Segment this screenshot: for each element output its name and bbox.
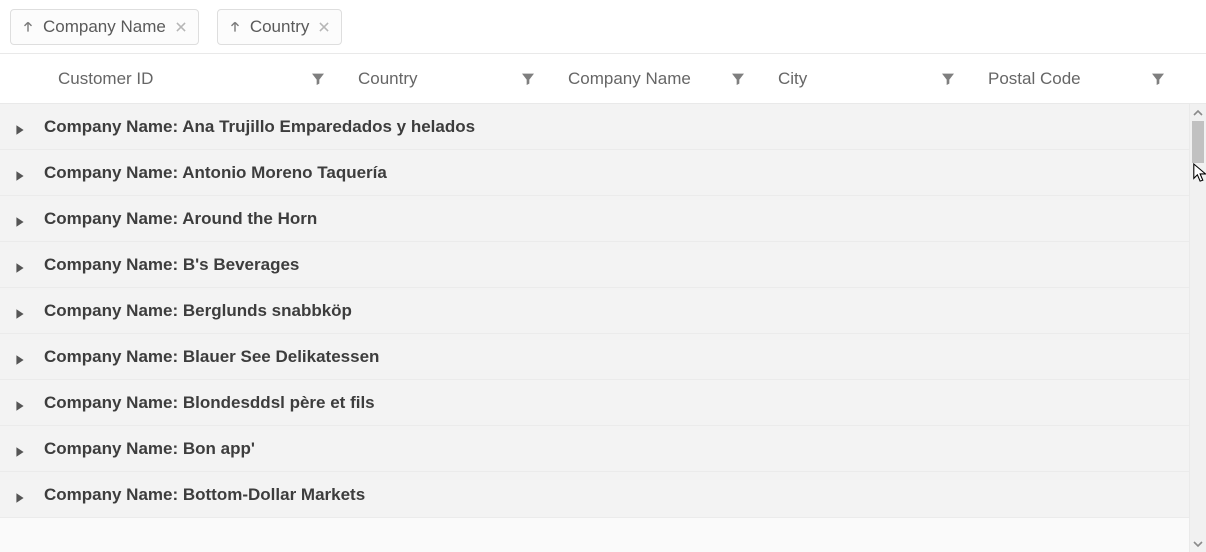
- expand-icon[interactable]: [14, 351, 26, 363]
- filter-icon[interactable]: [730, 71, 746, 87]
- group-row[interactable]: Company Name: Ana Trujillo Emparedados y…: [0, 104, 1189, 150]
- column-header-company-name[interactable]: Company Name: [550, 54, 760, 103]
- sort-asc-icon: [21, 20, 35, 34]
- column-label: Customer ID: [54, 69, 310, 89]
- filter-icon[interactable]: [310, 71, 326, 87]
- scroll-up-button[interactable]: [1190, 104, 1206, 121]
- group-row-label: Company Name: Blauer See Delikatessen: [44, 347, 379, 367]
- group-row[interactable]: Company Name: Bon app': [0, 426, 1189, 472]
- grid-body: Company Name: Ana Trujillo Emparedados y…: [0, 104, 1206, 552]
- column-header-row: Customer ID Country Company Name City Po…: [0, 54, 1206, 104]
- column-header-city[interactable]: City: [760, 54, 970, 103]
- expand-icon[interactable]: [14, 167, 26, 179]
- filter-icon[interactable]: [1150, 71, 1166, 87]
- group-row-label: Company Name: Blondesddsl père et fils: [44, 393, 375, 413]
- vertical-scrollbar[interactable]: [1189, 104, 1206, 552]
- close-icon[interactable]: [317, 20, 331, 34]
- group-row-label: Company Name: Berglunds snabbköp: [44, 301, 352, 321]
- group-row[interactable]: Company Name: Blondesddsl père et fils: [0, 380, 1189, 426]
- expand-icon[interactable]: [14, 121, 26, 133]
- group-chip-country[interactable]: Country: [217, 9, 343, 45]
- filter-icon[interactable]: [520, 71, 536, 87]
- group-row[interactable]: Company Name: Around the Horn: [0, 196, 1189, 242]
- group-row-label: Company Name: Ana Trujillo Emparedados y…: [44, 117, 475, 137]
- expand-icon[interactable]: [14, 489, 26, 501]
- expand-icon[interactable]: [14, 443, 26, 455]
- scrollbar-track[interactable]: [1190, 121, 1206, 535]
- expand-column-header: [0, 54, 40, 103]
- expand-icon[interactable]: [14, 213, 26, 225]
- expand-icon[interactable]: [14, 397, 26, 409]
- column-header-postal-code[interactable]: Postal Code: [970, 54, 1180, 103]
- group-row-label: Company Name: Bottom-Dollar Markets: [44, 485, 365, 505]
- group-row-label: Company Name: Antonio Moreno Taquería: [44, 163, 387, 183]
- group-row[interactable]: Company Name: B's Beverages: [0, 242, 1189, 288]
- group-row[interactable]: Company Name: Blauer See Delikatessen: [0, 334, 1189, 380]
- data-grid: Company Name Country Customer ID Country: [0, 0, 1206, 552]
- column-label: Postal Code: [984, 69, 1150, 89]
- column-header-customer-id[interactable]: Customer ID: [40, 54, 340, 103]
- group-row[interactable]: Company Name: Bottom-Dollar Markets: [0, 472, 1189, 518]
- group-chip-label: Company Name: [43, 17, 166, 37]
- sort-asc-icon: [228, 20, 242, 34]
- scrollbar-thumb[interactable]: [1192, 121, 1204, 163]
- group-row-label: Company Name: B's Beverages: [44, 255, 299, 275]
- expand-icon[interactable]: [14, 305, 26, 317]
- column-header-country[interactable]: Country: [340, 54, 550, 103]
- expand-icon[interactable]: [14, 259, 26, 271]
- group-row-label: Company Name: Around the Horn: [44, 209, 317, 229]
- group-row[interactable]: Company Name: Antonio Moreno Taquería: [0, 150, 1189, 196]
- group-chip-company-name[interactable]: Company Name: [10, 9, 199, 45]
- group-chip-label: Country: [250, 17, 310, 37]
- group-row-label: Company Name: Bon app': [44, 439, 255, 459]
- filter-icon[interactable]: [940, 71, 956, 87]
- column-label: Country: [354, 69, 520, 89]
- column-label: City: [774, 69, 940, 89]
- close-icon[interactable]: [174, 20, 188, 34]
- group-panel[interactable]: Company Name Country: [0, 0, 1206, 54]
- scroll-down-button[interactable]: [1190, 535, 1206, 552]
- group-rows-container: Company Name: Ana Trujillo Emparedados y…: [0, 104, 1189, 552]
- group-row[interactable]: Company Name: Berglunds snabbköp: [0, 288, 1189, 334]
- column-label: Company Name: [564, 69, 730, 89]
